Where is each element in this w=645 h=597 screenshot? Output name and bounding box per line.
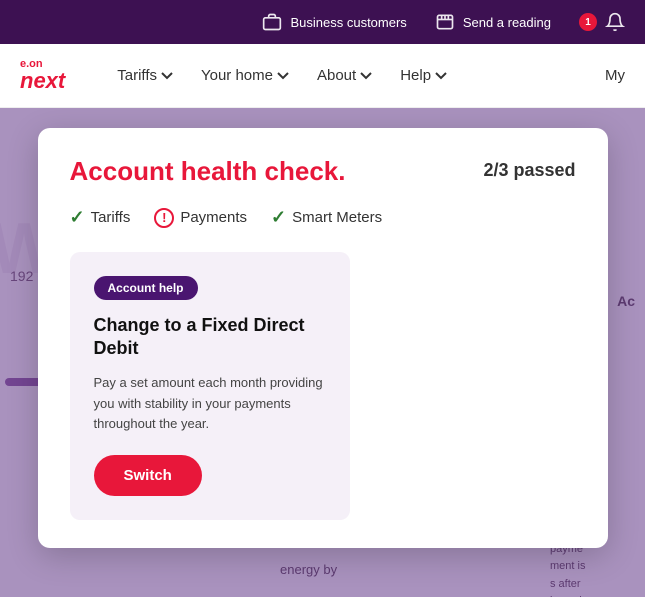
chevron-down-icon bbox=[435, 70, 447, 82]
account-help-card: Account help Change to a Fixed Direct De… bbox=[70, 252, 350, 520]
chevron-down-icon bbox=[161, 70, 173, 82]
modal-title: Account health check. bbox=[70, 156, 346, 187]
chevron-down-icon bbox=[360, 70, 372, 82]
bell-icon bbox=[605, 12, 625, 32]
next-text: next bbox=[20, 70, 65, 92]
page-background: We 192 G Ac energy by t paym payme ment … bbox=[0, 108, 645, 597]
nav-tariffs[interactable]: Tariffs bbox=[105, 59, 185, 92]
nav-your-home[interactable]: Your home bbox=[189, 59, 301, 92]
business-customers-link[interactable]: Business customers bbox=[262, 12, 406, 32]
send-reading-link[interactable]: Send a reading bbox=[435, 12, 551, 32]
health-item-smart-meters: ✓ Smart Meters bbox=[271, 207, 382, 228]
nav-help[interactable]: Help bbox=[388, 59, 459, 92]
modal-header: Account health check. 2/3 passed bbox=[70, 156, 576, 187]
modal-overlay: Account health check. 2/3 passed ✓ Tarif… bbox=[0, 108, 645, 597]
meter-icon bbox=[435, 12, 455, 32]
health-item-payments: ! Payments bbox=[154, 208, 247, 228]
tariffs-label: Tariffs bbox=[91, 209, 131, 226]
warning-icon: ! bbox=[154, 208, 174, 228]
modal-score: 2/3 passed bbox=[483, 160, 575, 181]
chevron-down-icon bbox=[277, 70, 289, 82]
notifications[interactable]: 1 bbox=[579, 12, 625, 32]
check-icon: ✓ bbox=[271, 207, 286, 228]
nav-items: Tariffs Your home About Help bbox=[105, 59, 605, 92]
card-title: Change to a Fixed Direct Debit bbox=[94, 314, 326, 361]
nav-about[interactable]: About bbox=[305, 59, 384, 92]
top-bar: Business customers Send a reading 1 bbox=[0, 0, 645, 44]
eon-next-logo[interactable]: e.on next bbox=[20, 59, 65, 92]
account-help-badge: Account help bbox=[94, 276, 198, 300]
card-description: Pay a set amount each month providing yo… bbox=[94, 373, 326, 435]
send-reading-label: Send a reading bbox=[463, 15, 551, 30]
notification-badge: 1 bbox=[579, 13, 597, 31]
account-health-modal: Account health check. 2/3 passed ✓ Tarif… bbox=[38, 128, 608, 548]
nav-bar: e.on next Tariffs Your home About Help M… bbox=[0, 44, 645, 108]
nav-my[interactable]: My bbox=[605, 67, 625, 84]
smart-meters-label: Smart Meters bbox=[292, 209, 382, 226]
switch-button[interactable]: Switch bbox=[94, 455, 202, 496]
health-items: ✓ Tariffs ! Payments ✓ Smart Meters bbox=[70, 207, 576, 228]
check-icon: ✓ bbox=[70, 207, 85, 228]
briefcase-icon bbox=[262, 12, 282, 32]
business-customers-label: Business customers bbox=[290, 15, 406, 30]
payments-label: Payments bbox=[180, 209, 247, 226]
health-item-tariffs: ✓ Tariffs bbox=[70, 207, 131, 228]
